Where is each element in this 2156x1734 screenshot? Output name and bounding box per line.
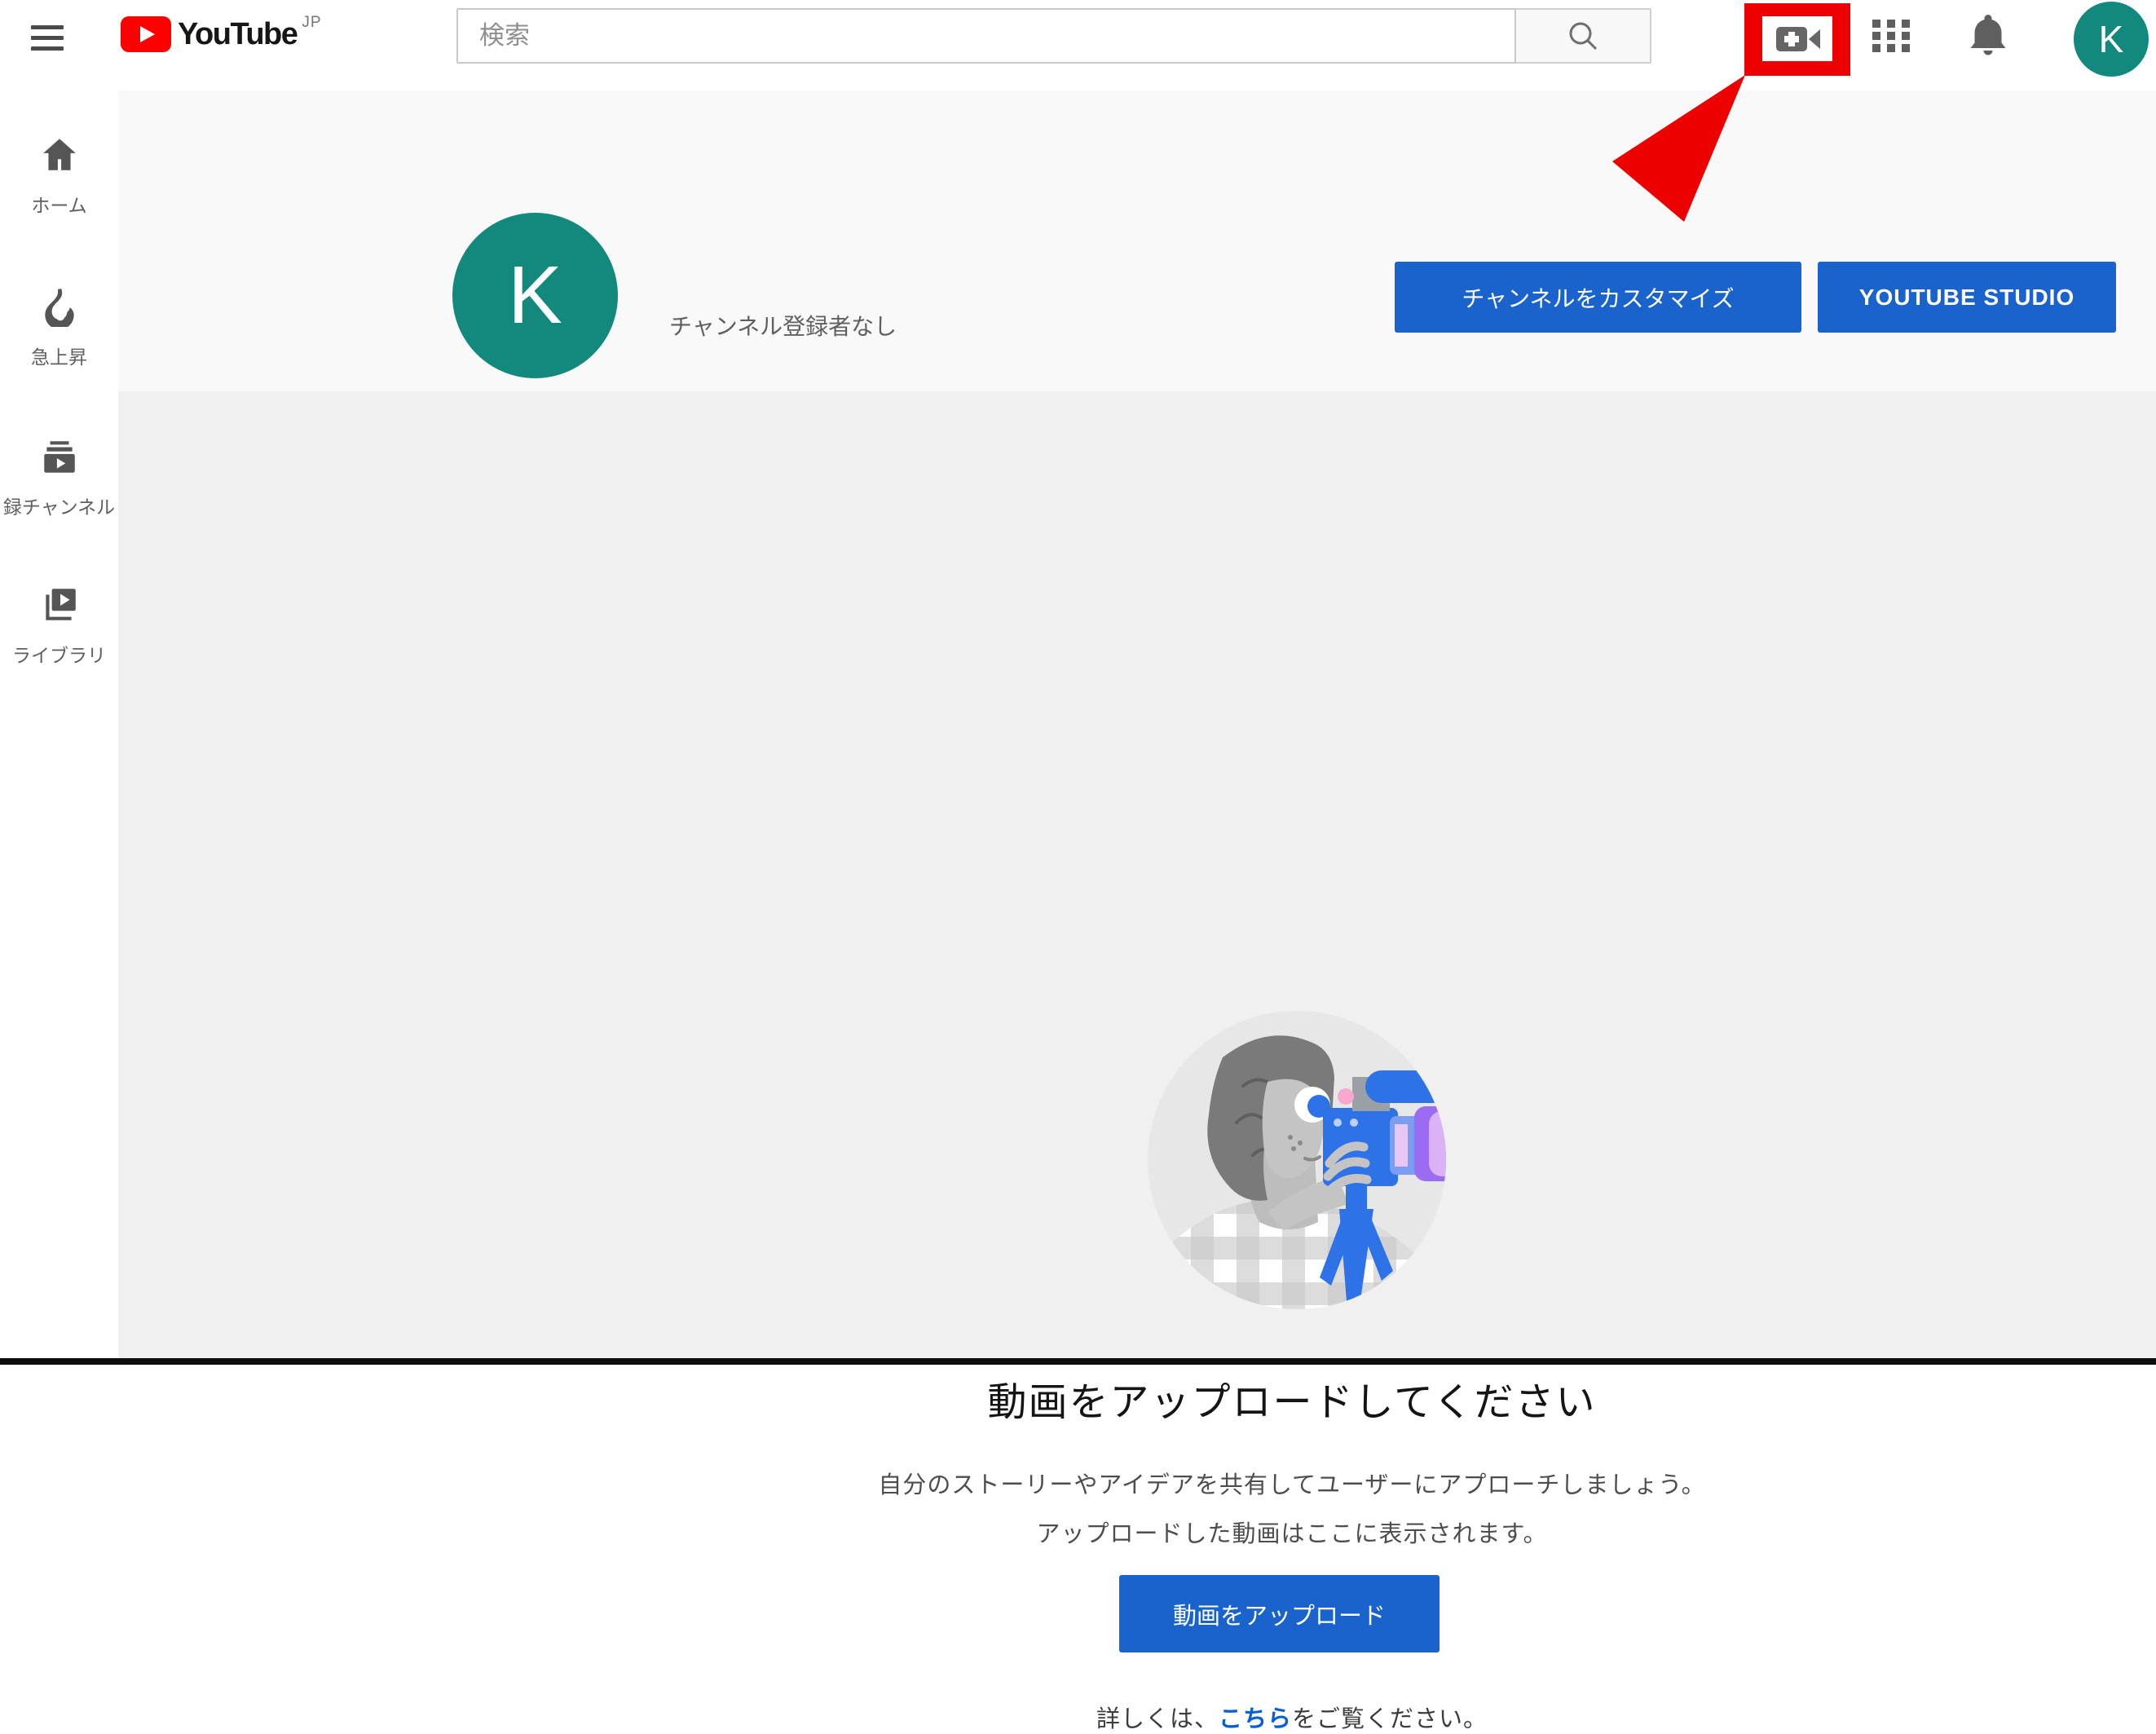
create-video-button[interactable]	[1762, 16, 1832, 61]
sidebar-item-trending[interactable]: 急上昇	[0, 286, 118, 369]
youtube-studio-button[interactable]: YOUTUBE STUDIO	[1818, 262, 2116, 333]
notifications-bell-icon[interactable]	[1968, 13, 2008, 59]
help-text-prefix: 詳しくは、	[1096, 1706, 1219, 1732]
bottom-divider-bar	[0, 1358, 2156, 1365]
channel-header: K チャンネル登録者なし チャンネルをカスタマイズ YOUTUBE STUDIO…	[118, 90, 2156, 391]
annotation-box	[1744, 3, 1850, 76]
empty-state-description-line1: 自分のストーリーやアイデアを共有してユーザーにアプローチしましょう。	[310, 1466, 2156, 1500]
logo-region-label: JP	[302, 14, 321, 32]
channel-content-area: 動画をアップロードしてください 自分のストーリーやアイデアを共有してユーザーにア…	[118, 391, 2156, 1365]
help-text: 詳しくは、こちらをご覧ください。	[310, 1700, 2156, 1734]
channel-avatar[interactable]: K	[452, 213, 618, 378]
help-link[interactable]: こちら	[1219, 1706, 1292, 1732]
upload-video-button[interactable]: 動画をアップロード	[1119, 1575, 1440, 1652]
subscriber-status: チャンネル登録者なし	[669, 309, 897, 342]
customize-channel-button[interactable]: チャンネルをカスタマイズ	[1395, 262, 1801, 333]
library-icon	[39, 585, 80, 625]
sidebar-item-library[interactable]: ライブラリ	[0, 585, 118, 668]
top-app-bar: YouTube JP K	[0, 0, 2156, 90]
help-text-suffix: をご覧ください。	[1292, 1706, 1488, 1732]
video-create-icon	[1768, 21, 1827, 57]
subscriptions-icon	[39, 436, 80, 477]
sidebar: ホーム 急上昇 録チャンネル ライブラリ	[0, 90, 118, 1365]
logo-wordmark: YouTube	[178, 17, 297, 52]
search-icon	[1564, 17, 1602, 55]
apps-grid-icon[interactable]	[1872, 20, 1910, 52]
sidebar-item-home[interactable]: ホーム	[0, 135, 118, 218]
empty-state-description-line2: アップロードした動画はここに表示されます。	[310, 1515, 2156, 1549]
account-avatar[interactable]: K	[2074, 2, 2149, 77]
youtube-play-icon	[121, 16, 171, 52]
empty-state-title: 動画をアップロードしてください	[310, 1370, 2156, 1427]
search-button[interactable]	[1516, 8, 1651, 64]
home-icon	[39, 135, 80, 175]
upload-illustration	[1145, 1008, 1448, 1312]
sidebar-item-label: ライブラリ	[0, 640, 118, 668]
trending-flame-icon	[39, 286, 80, 327]
sidebar-item-label: 録チャンネル	[0, 492, 118, 519]
search-input[interactable]	[456, 8, 1516, 64]
youtube-logo[interactable]: YouTube JP	[121, 16, 322, 52]
empty-state: 動画をアップロードしてください 自分のストーリーやアイデアを共有してユーザーにア…	[310, 1370, 2156, 1549]
sidebar-item-label: 急上昇	[0, 342, 118, 369]
sidebar-item-label: ホーム	[0, 190, 118, 218]
sidebar-item-subscriptions[interactable]: 録チャンネル	[0, 436, 118, 519]
menu-icon[interactable]	[31, 25, 64, 51]
